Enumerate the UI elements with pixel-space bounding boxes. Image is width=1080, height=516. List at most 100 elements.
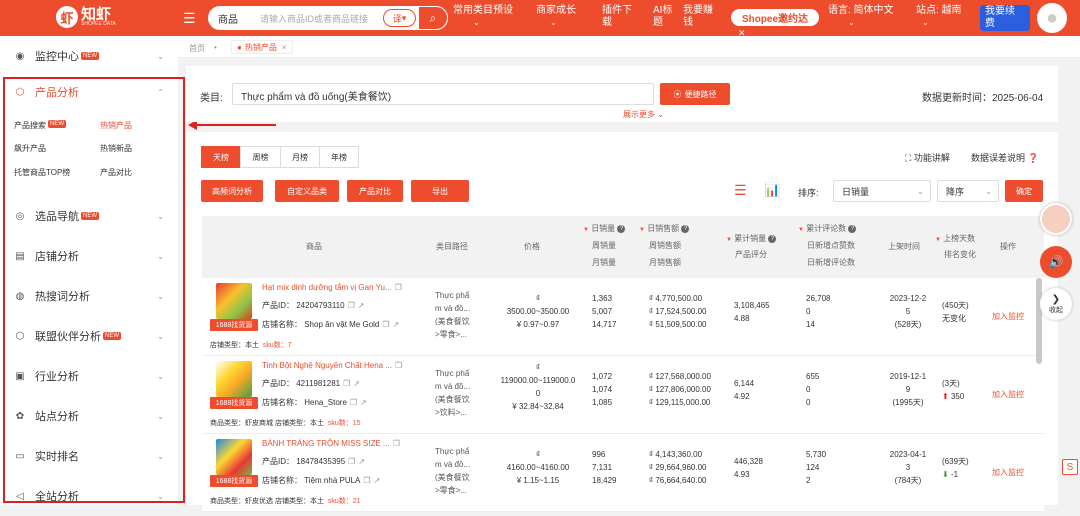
- search-icon[interactable]: ⌕: [418, 6, 448, 30]
- site-select[interactable]: 站点: 越南 ⌄: [916, 5, 962, 29]
- logo[interactable]: 虾 知虾 SHOPEE DATA: [56, 3, 116, 31]
- add-monitor-link[interactable]: 加入监控: [992, 311, 1024, 322]
- shopee-promo-button[interactable]: Shopee邀约达: [731, 9, 819, 26]
- add-monitor-link[interactable]: 加入监控: [992, 389, 1024, 400]
- col-monthly-sales: 月销量: [592, 258, 616, 267]
- sort-order-select[interactable]: 降序 ⌄: [937, 180, 999, 202]
- chevron-down-icon: ⌄: [917, 186, 924, 196]
- quick-path-button[interactable]: ⦿ 便捷路径: [660, 83, 730, 105]
- find-source-badge[interactable]: 1688找货源: [210, 319, 258, 331]
- external-link-icon[interactable]: ↗: [393, 320, 400, 329]
- period-tab-day[interactable]: 天榜: [201, 146, 241, 168]
- search-category-select[interactable]: 商品: [208, 11, 260, 26]
- feature-help-link[interactable]: ⛶ 功能讲解: [905, 151, 950, 164]
- copy-icon[interactable]: ❐: [348, 457, 355, 466]
- logo-mark: 虾: [56, 6, 78, 28]
- copy-icon[interactable]: ❐: [363, 476, 370, 485]
- nav-common-category[interactable]: 常用类目预设 ⌄: [453, 5, 513, 29]
- product-id: 产品ID： 18478435395 ❐ ↗: [262, 457, 366, 466]
- tab-hot-products[interactable]: ● 热销产品 ×: [231, 40, 293, 54]
- sort-desc-icon: ▼: [726, 237, 732, 243]
- add-monitor-link[interactable]: 加入监控: [992, 467, 1024, 478]
- arrow-down-icon: ⬇: [942, 470, 949, 479]
- tab-home[interactable]: 首页: [189, 43, 205, 54]
- translate-toggle[interactable]: 译 ▾: [383, 9, 416, 27]
- sort-desc-icon: ▼: [935, 237, 941, 243]
- sales-values: 1,072 1,074 1,085: [592, 372, 613, 407]
- search-input[interactable]: 请输入商品ID或者商品链接: [260, 12, 383, 25]
- chevron-down-icon: ⌄: [985, 186, 992, 196]
- revenue-values: ₫ 127,568,000.00 ₫ 127,806,000.00 ₫ 129,11…: [649, 372, 711, 407]
- table-row: 1688找货源 Tinh Bột Nghệ Nguyên Chất Hena .…: [202, 356, 1044, 434]
- review-values: 26,708 0 14: [806, 294, 831, 329]
- external-link-icon[interactable]: ↗: [358, 301, 365, 310]
- confirm-button[interactable]: 确定: [1005, 180, 1043, 202]
- find-source-badge[interactable]: 1688找货源: [210, 475, 258, 487]
- product-image[interactable]: [216, 361, 252, 397]
- assistant-avatar[interactable]: [1040, 203, 1072, 235]
- custom-category-button[interactable]: 自定义品类: [275, 180, 339, 202]
- list-view-icon[interactable]: ☰: [734, 182, 747, 199]
- revenue-values: ₫ 4,143,360.00 ₫ 29,664,960.00 ₫ 76,664,64…: [649, 450, 707, 485]
- menu-toggle-icon[interactable]: ☰: [183, 10, 196, 27]
- product-name[interactable]: Hạt mix dinh dưỡng tắm vị Gan Yu... ❐: [262, 283, 402, 292]
- language-select[interactable]: 语言: 简体中文 ⌄: [828, 5, 894, 29]
- price: ₫ 119000.00~119000.0 0 ¥ 32.84~32.84: [500, 363, 576, 411]
- product-name[interactable]: Tinh Bột Nghệ Nguyên Chất Hena ... ❐: [262, 361, 402, 370]
- s-icon[interactable]: S: [1062, 459, 1078, 475]
- external-link-icon[interactable]: ↗: [360, 398, 367, 407]
- location-icon: ⦿: [673, 89, 682, 99]
- main-card: 天榜 周榜 月榜 年榜 ⛶ 功能讲解 数据误差说明 ❓ 高频词分析 自定义品类 …: [186, 132, 1058, 512]
- annotation-arrow: [188, 120, 276, 130]
- col-daily-reviews: 日新增评论数: [807, 258, 855, 267]
- find-source-badge[interactable]: 1688找货源: [210, 397, 258, 409]
- collapse-button[interactable]: ❯ 收起: [1040, 288, 1072, 320]
- external-link-icon[interactable]: ↗: [353, 379, 360, 388]
- period-tab-week[interactable]: 周榜: [240, 146, 281, 168]
- dot-icon: ●: [237, 42, 242, 52]
- nav-plugin-download[interactable]: 插件下 载: [602, 5, 636, 29]
- scrollbar[interactable]: [1036, 278, 1042, 364]
- store-type: 店铺类型：本土 sku数：7: [210, 342, 292, 349]
- nav-earn-money[interactable]: 我要赚 钱: [683, 5, 717, 29]
- sort-label: 排序:: [798, 188, 819, 198]
- copy-icon[interactable]: ❐: [348, 301, 355, 310]
- nav-merchant-growth[interactable]: 商家成长 ⌄: [536, 5, 576, 29]
- category-input[interactable]: Thực phẩm và đồ uống(美食餐饮): [232, 83, 654, 105]
- review-values: 655 0 0: [806, 372, 820, 407]
- close-tab-icon[interactable]: ×: [282, 43, 287, 52]
- product-name[interactable]: BÁNH TRÁNG TRỘN MISS SIZE ... ❐: [262, 439, 400, 448]
- nav-ai-title[interactable]: AI标 题: [653, 5, 677, 29]
- total-sales: 3,108,465 4.88: [734, 301, 770, 323]
- avatar[interactable]: ●: [1037, 3, 1067, 33]
- sidebar-item-monitor[interactable]: ◉ 监控中心 NEW ⌄: [0, 36, 178, 76]
- review-values: 5,730 124 2: [806, 450, 827, 485]
- monitor-icon: ◉: [15, 50, 25, 62]
- product-image[interactable]: [216, 283, 252, 319]
- external-link-icon[interactable]: ↗: [374, 476, 381, 485]
- show-more-link[interactable]: 展示更多 ⌄: [623, 109, 664, 120]
- period-tab-year[interactable]: 年榜: [319, 146, 359, 168]
- sort-field-select[interactable]: 日销量 ⌄: [833, 180, 931, 202]
- chart-view-icon[interactable]: 📊: [764, 182, 780, 198]
- speaker-icon[interactable]: 🔊: [1040, 246, 1072, 278]
- rank-info: (639天) ⬇ -1: [942, 457, 969, 479]
- data-error-link[interactable]: 数据误差说明 ❓: [971, 151, 1039, 164]
- copy-icon[interactable]: ❐: [393, 439, 400, 448]
- table-row: 1688找货源 Hạt mix dinh dưỡng tắm vị Gan Yu…: [202, 278, 1044, 356]
- copy-icon[interactable]: ❐: [395, 283, 402, 292]
- keyword-analysis-button[interactable]: 高频词分析: [201, 180, 263, 202]
- external-link-icon[interactable]: ↗: [358, 457, 365, 466]
- sort-desc-icon: ▼: [798, 227, 804, 233]
- copy-icon[interactable]: ❐: [343, 379, 350, 388]
- copy-icon[interactable]: ❐: [350, 398, 357, 407]
- product-compare-button[interactable]: 产品对比: [347, 180, 403, 202]
- export-button[interactable]: 导出: [411, 180, 469, 202]
- copy-icon[interactable]: ❐: [395, 361, 402, 370]
- renew-button[interactable]: 我要续 费: [980, 5, 1030, 31]
- copy-icon[interactable]: ❐: [382, 320, 389, 329]
- product-image[interactable]: [216, 439, 252, 475]
- period-tab-month[interactable]: 月榜: [280, 146, 320, 168]
- sku-count: sku数：15: [327, 420, 361, 427]
- help-icon: ?: [768, 234, 777, 243]
